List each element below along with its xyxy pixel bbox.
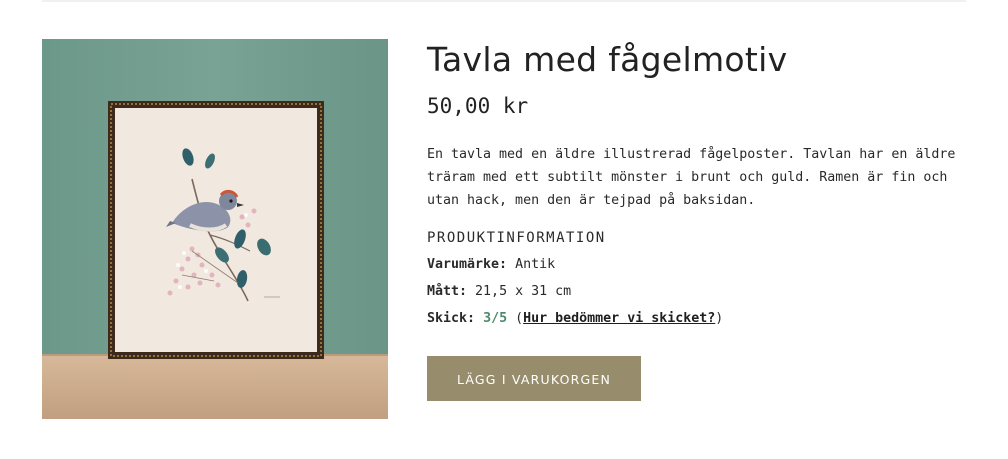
condition-grade: 3/5 [483,311,508,326]
size-row: Mått: 21,5 x 31 cm [427,281,972,303]
condition-paren-open: ( [515,311,524,326]
size-value: 21,5 x 31 cm [475,284,572,299]
product-title: Tavla med fågelmotiv [427,40,788,79]
condition-label: Skick: [427,311,476,326]
condition-info-link[interactable]: Hur bedömmer vi skicket? [523,311,715,326]
condition-paren-close: ) [715,311,724,326]
brand-row: Varumärke: Antik [427,254,972,276]
product-details: Tavla med fågelmotiv 50,00 kr En tavla m… [427,38,972,401]
product-info-heading: PRODUKTINFORMATION [427,230,606,246]
product-image[interactable] [42,39,388,419]
top-divider [42,0,966,2]
add-to-cart-button[interactable]: LÄGG I VARUKORGEN [427,356,641,401]
shelf [42,354,388,419]
brand-value: Antik [515,257,556,272]
brand-label: Varumärke: [427,257,508,272]
product-description: En tavla med en äldre illustrerad fågelp… [427,147,956,208]
condition-row: Skick: 3/5 (Hur bedömmer vi skicket?) [427,308,972,330]
size-label: Mått: [427,284,468,299]
product-price: 50,00 kr [427,94,529,118]
